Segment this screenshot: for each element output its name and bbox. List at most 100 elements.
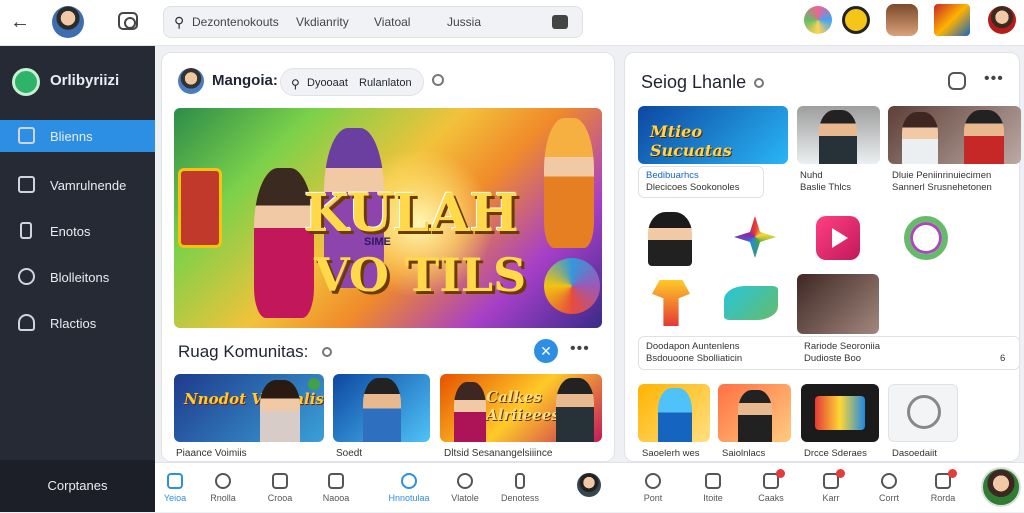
sidebar-item-bookmarks[interactable]: Enotos <box>0 215 155 247</box>
ring-icon[interactable] <box>904 216 948 260</box>
media-card[interactable]: Mtieo Sucuatas <box>638 106 788 164</box>
community-card[interactable]: Calkes Alriieees <box>440 374 602 442</box>
share-button[interactable]: ✕ <box>534 339 558 363</box>
nav-item[interactable]: Denotess <box>492 463 548 513</box>
more-options-icon[interactable]: ••• <box>984 70 1004 88</box>
card-overlay-title: Mtieo Sucuatas <box>650 122 732 160</box>
card-overlay-title: Nnodot Voiumlis <box>184 390 324 408</box>
media-card[interactable] <box>638 384 710 442</box>
card-caption: Bedibuarhcs <box>646 170 699 181</box>
search-bar[interactable]: ⚲ Dezontenokouts Vkdianrity Viatoal Juss… <box>163 6 583 38</box>
card-caption: Dudioste Boo <box>804 353 862 364</box>
nav-item[interactable]: Crooa <box>252 463 308 513</box>
sidebar-item-label: Blienns <box>50 129 93 144</box>
notification-icon[interactable] <box>842 6 870 34</box>
person-sticker[interactable] <box>648 212 692 266</box>
keyboard-icon[interactable] <box>552 15 568 29</box>
info-icon[interactable] <box>322 347 332 357</box>
nav-item[interactable]: Vlatole <box>437 463 493 513</box>
count-badge: 6 <box>1000 353 1006 364</box>
app-logo-icon <box>12 68 40 96</box>
slot-machine-icon <box>178 168 222 248</box>
sidebar-item-profile[interactable]: Rlactios <box>0 307 155 339</box>
cloud-icon <box>881 473 897 489</box>
sidebar: Orlibyriizi Blienns Vamrulnende Enotos B… <box>0 46 155 512</box>
palette-icon <box>457 473 473 489</box>
play-icon[interactable] <box>816 216 860 260</box>
camera-icon[interactable] <box>118 12 138 30</box>
ball-icon <box>544 258 600 314</box>
person-image <box>738 390 772 442</box>
community-card[interactable] <box>333 374 430 442</box>
search-input[interactable]: ⚲ Dyooaat Rulanlaton <box>280 68 424 96</box>
community-card[interactable]: Nnodot Voiumlis <box>174 374 324 442</box>
sidebar-item-inbox[interactable]: Vamrulnende <box>0 169 155 201</box>
card-caption: Dluie Peniinrinuiecimen <box>892 170 992 181</box>
leaf-icon[interactable] <box>724 286 778 320</box>
nav-item[interactable]: Rorda <box>915 463 971 513</box>
back-arrow-icon[interactable]: ← <box>10 12 30 32</box>
media-card[interactable] <box>797 274 879 334</box>
activity-icon <box>401 473 417 489</box>
profile-avatar[interactable] <box>52 6 84 38</box>
more-options-icon[interactable]: ••• <box>570 340 590 358</box>
media-card[interactable] <box>718 384 791 442</box>
nav-label: Itoite <box>703 493 723 503</box>
nav-item[interactable]: Corrt <box>861 463 917 513</box>
card-caption: Drcce Sderaes <box>804 448 867 459</box>
nav-item[interactable]: Naooa <box>308 463 364 513</box>
media-card[interactable] <box>888 384 958 442</box>
sidebar-footer[interactable]: Corptanes <box>0 460 155 512</box>
avatar[interactable] <box>178 68 204 94</box>
nav-label: Karr <box>822 493 840 503</box>
hero-banner[interactable]: KULAH VO TILS SIME <box>174 108 602 328</box>
contact-avatar[interactable] <box>886 4 918 36</box>
contact-avatar[interactable] <box>934 4 970 36</box>
info-icon[interactable] <box>432 74 444 86</box>
app-icon[interactable] <box>804 6 832 34</box>
search-icon: ⚲ <box>174 14 185 30</box>
person-image <box>964 110 1004 164</box>
chat-icon[interactable] <box>948 72 966 90</box>
nav-item[interactable]: Itoite <box>685 463 741 513</box>
nav-item[interactable]: Karr <box>803 463 859 513</box>
person-image <box>260 380 300 442</box>
heart-icon <box>645 473 661 489</box>
search-term: Rulanlaton <box>359 77 412 89</box>
search-term: Jussia <box>447 15 482 29</box>
user-icon <box>18 314 35 331</box>
media-card[interactable] <box>801 384 879 442</box>
media-card[interactable] <box>797 106 880 164</box>
text-icon <box>705 473 721 489</box>
notification-badge <box>948 469 957 478</box>
nav-label: Caaks <box>758 493 784 503</box>
hero-tag: SIME <box>364 236 391 248</box>
sidebar-item-home[interactable]: Blienns <box>0 120 155 152</box>
nav-item[interactable]: Pont <box>625 463 681 513</box>
search-icon: ⚲ <box>291 77 300 91</box>
sidebar-item-settings[interactable]: Blolleitons <box>0 261 155 293</box>
search-term: Dezontenokouts <box>192 15 279 29</box>
avatar[interactable] <box>577 473 601 497</box>
nav-label: Vlatole <box>451 493 479 503</box>
media-card[interactable] <box>888 106 1021 164</box>
nav-item[interactable]: Caaks <box>743 463 799 513</box>
user-avatar[interactable] <box>981 467 1021 507</box>
nav-item[interactable]: Rnolla <box>195 463 251 513</box>
notification-badge <box>836 469 845 478</box>
person-image <box>363 378 401 442</box>
nav-item[interactable]: Hnnotulaa <box>381 463 437 513</box>
info-icon[interactable] <box>754 78 764 88</box>
nav-label: Corrt <box>879 493 899 503</box>
sidebar-item-label: Blolleitons <box>50 270 110 285</box>
nav-label: Rorda <box>930 493 956 503</box>
user-avatar[interactable] <box>988 6 1016 34</box>
search-term: Dyooaat <box>307 77 348 89</box>
panel-title: Seiog Lhanle <box>641 72 747 92</box>
notification-badge <box>776 469 785 478</box>
home-icon <box>18 127 35 144</box>
bottom-nav: Yeioa Rnolla Crooa Naooa Hnnotulaa Vlato… <box>155 462 1024 512</box>
card-caption: Dlecicoes Sookonoles <box>646 182 740 193</box>
search-term: Vkdianrity <box>296 15 349 29</box>
clock-icon <box>215 473 231 489</box>
